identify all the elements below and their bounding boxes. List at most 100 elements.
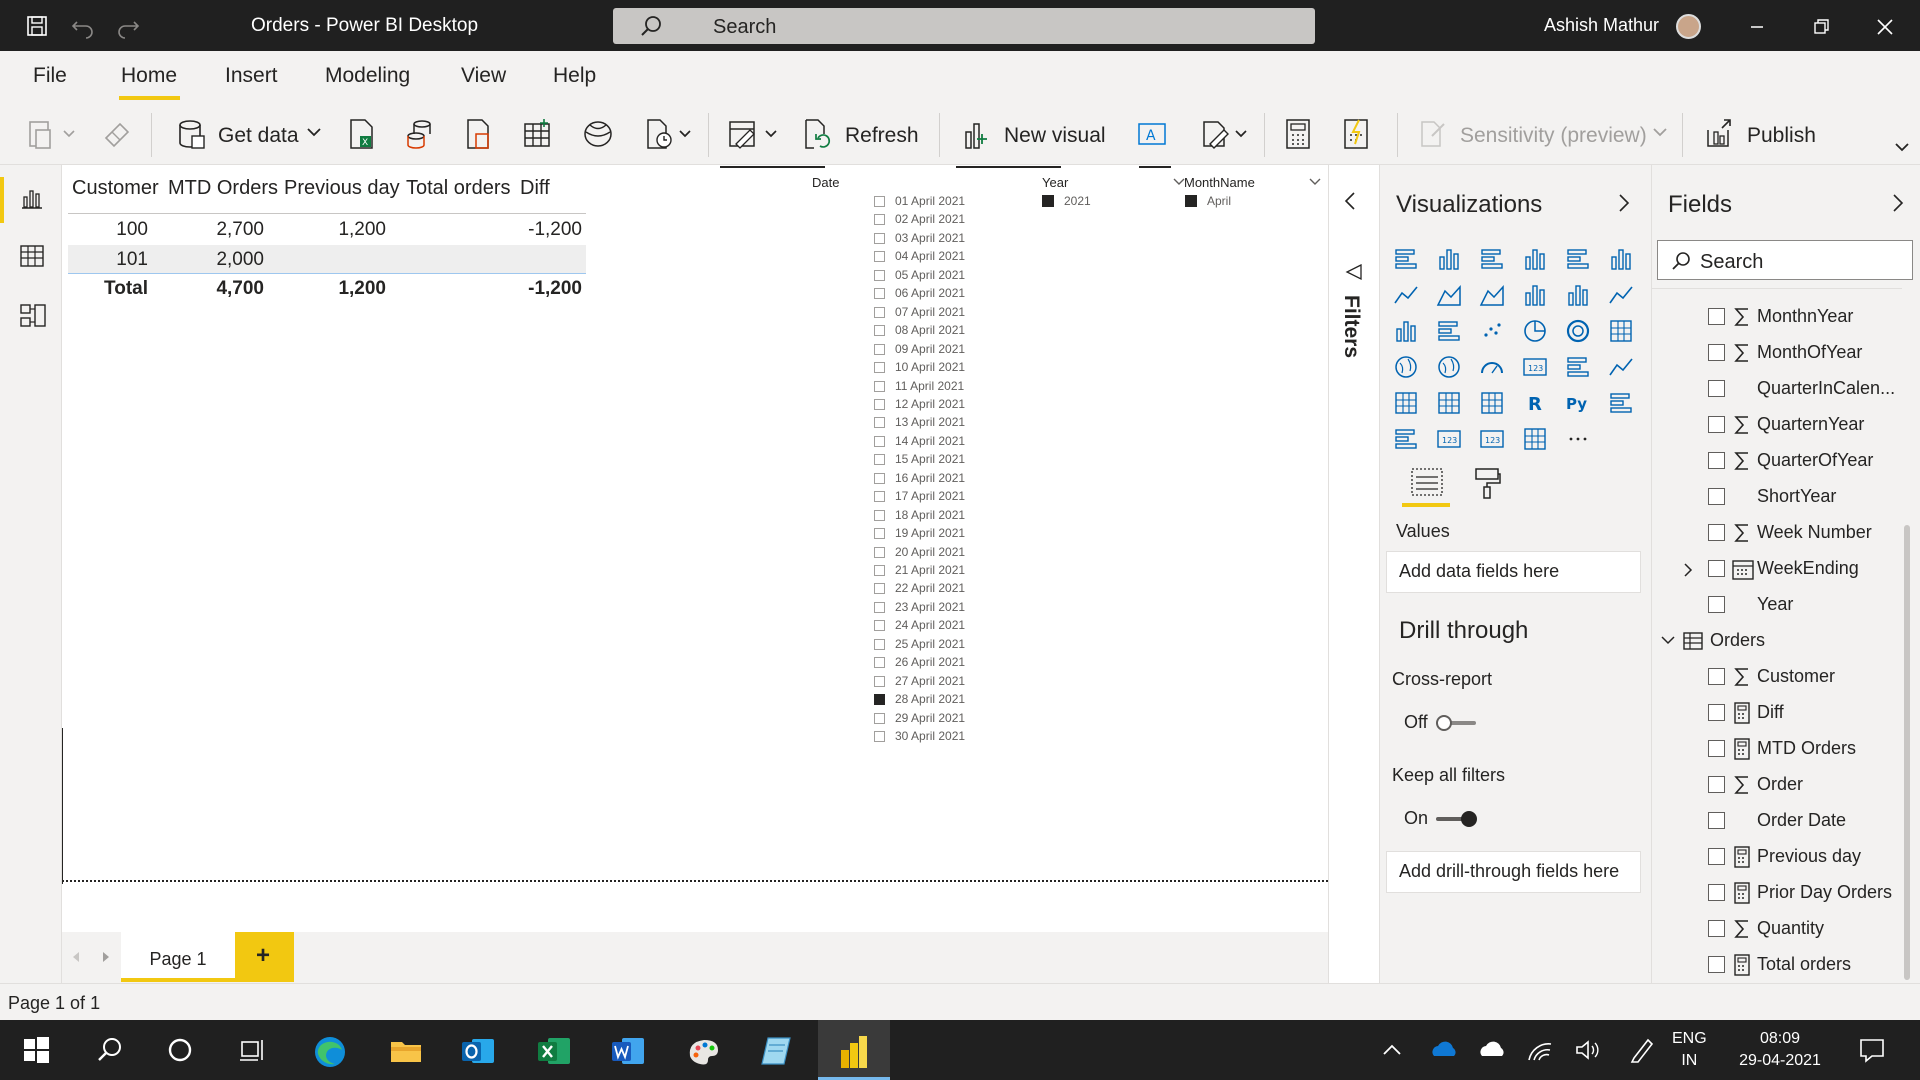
line-and-clustered-column-icon[interactable] [1564, 281, 1592, 309]
format-painter-icon[interactable] [102, 118, 132, 150]
slicer-icon[interactable] [1392, 389, 1420, 417]
volume-icon[interactable] [1572, 1034, 1604, 1066]
decomposition-tree-icon[interactable] [1392, 425, 1420, 453]
field-checkbox[interactable] [1708, 740, 1725, 757]
field-item[interactable]: MTD Orders [1652, 733, 1902, 765]
kpi-icon[interactable] [1607, 353, 1635, 381]
menu-view[interactable]: View [461, 64, 506, 88]
report-view-icon[interactable] [19, 185, 45, 211]
date-checkbox[interactable] [874, 288, 885, 300]
keep-filters-toggle-knob[interactable] [1461, 811, 1477, 827]
map-icon[interactable] [1392, 353, 1420, 381]
date-checkbox[interactable] [874, 380, 885, 392]
avatar[interactable] [1676, 14, 1701, 39]
field-checkbox[interactable] [1708, 596, 1725, 613]
field-item[interactable]: MonthnYear [1652, 301, 1902, 333]
line-chart-icon[interactable] [1392, 281, 1420, 309]
field-item[interactable]: Quantity [1652, 913, 1902, 945]
qa-icon[interactable]: 123 [1435, 425, 1463, 453]
excel-icon[interactable] [536, 1034, 570, 1066]
refresh-icon[interactable] [802, 118, 832, 150]
column-header-previous-day[interactable]: Previous day [284, 177, 400, 200]
date-checkbox[interactable] [874, 675, 885, 687]
outlook-icon[interactable] [460, 1034, 494, 1066]
tab-page-1[interactable]: Page 1 [121, 932, 235, 982]
column-header-mtd-orders[interactable]: MTD Orders [168, 177, 278, 200]
quick-measure-icon[interactable] [1341, 118, 1371, 150]
field-item[interactable]: QuarterOfYear [1652, 445, 1902, 477]
scroll-left-icon[interactable] [70, 950, 82, 964]
notifications-icon[interactable] [1856, 1034, 1888, 1066]
language-indicator[interactable]: ENG IN [1672, 1028, 1707, 1072]
paste-icon[interactable] [28, 118, 78, 150]
report-canvas[interactable]: Customer MTD Orders Previous day Total o… [62, 165, 1328, 932]
notepad-icon[interactable] [760, 1034, 792, 1066]
data-view-icon[interactable] [19, 243, 45, 269]
collapse-ribbon-icon[interactable] [1894, 141, 1910, 155]
date-checkbox[interactable] [874, 528, 885, 540]
field-item[interactable]: Prior Day Orders [1652, 877, 1902, 909]
user-name[interactable]: Ashish Mathur [1544, 15, 1659, 36]
chevron-down-icon[interactable] [306, 123, 322, 143]
scatter-chart-icon[interactable] [1478, 317, 1506, 345]
field-item[interactable]: QuarterInCalen... [1652, 373, 1902, 405]
publish-icon[interactable] [1704, 118, 1734, 150]
table-icon[interactable] [1435, 389, 1463, 417]
field-checkbox[interactable] [1708, 524, 1725, 541]
filters-label[interactable]: Filters [1339, 295, 1363, 358]
ribbon-chart-icon[interactable] [1607, 281, 1635, 309]
date-checkbox[interactable] [874, 398, 885, 410]
dataset-icon[interactable] [404, 118, 434, 150]
date-checkbox[interactable] [874, 472, 885, 484]
field-item[interactable]: Diff [1652, 697, 1902, 729]
clock[interactable]: 08:09 29-04-2021 [1735, 1028, 1825, 1072]
field-item[interactable]: Order [1652, 769, 1902, 801]
100-stacked-bar-chart-icon[interactable] [1564, 245, 1592, 273]
date-checkbox[interactable] [874, 712, 885, 724]
onedrive-personal-icon[interactable] [1476, 1034, 1508, 1066]
field-checkbox[interactable] [1708, 380, 1725, 397]
date-checkbox[interactable] [874, 417, 885, 429]
paint-icon[interactable] [686, 1034, 718, 1066]
field-item[interactable]: QuarternYear [1652, 409, 1902, 441]
power-apps-icon[interactable] [1521, 425, 1549, 453]
redo-icon[interactable] [115, 13, 141, 39]
multi-row-card-icon[interactable] [1564, 353, 1592, 381]
date-checkbox[interactable] [874, 657, 885, 669]
text-box-icon[interactable]: A [1136, 118, 1168, 150]
close-icon[interactable] [1870, 12, 1900, 42]
undo-icon[interactable] [70, 13, 96, 39]
date-checkbox[interactable] [874, 214, 885, 226]
date-checkbox[interactable] [874, 343, 885, 355]
new-visual-icon[interactable] [960, 118, 990, 150]
drill-through-dropzone[interactable]: Add drill-through fields here [1386, 851, 1641, 893]
format-tab-icon[interactable] [1472, 467, 1502, 499]
date-checkbox[interactable] [874, 454, 885, 466]
new-visual-button[interactable]: New visual [1004, 124, 1106, 148]
field-checkbox[interactable] [1708, 344, 1725, 361]
clustered-column-chart-icon[interactable] [1521, 245, 1549, 273]
model-view-icon[interactable] [19, 301, 47, 329]
more-visuals-icon[interactable] [1564, 425, 1592, 453]
wifi-icon[interactable] [1524, 1034, 1556, 1066]
stacked-area-chart-icon[interactable] [1478, 281, 1506, 309]
table-row[interactable]: 101 2,000 [68, 245, 586, 273]
date-checkbox[interactable] [874, 269, 885, 281]
file-explorer-icon[interactable] [388, 1034, 421, 1066]
date-checkbox[interactable] [874, 232, 885, 244]
windows-start-icon[interactable] [20, 1034, 52, 1066]
power-bi-icon[interactable] [836, 1034, 868, 1068]
date-checkbox[interactable] [874, 362, 885, 374]
field-checkbox[interactable] [1708, 560, 1725, 577]
new-measure-icon[interactable] [1283, 118, 1313, 150]
search-box[interactable]: Search [613, 8, 1315, 44]
field-table-orders[interactable]: Orders [1652, 625, 1902, 657]
pen-icon[interactable] [1626, 1034, 1658, 1066]
chevron-right-icon[interactable] [1616, 193, 1632, 213]
field-item[interactable]: Customer [1652, 661, 1902, 693]
get-data-button[interactable]: Get data [218, 124, 299, 148]
field-checkbox[interactable] [1708, 668, 1725, 685]
field-checkbox[interactable] [1708, 956, 1725, 973]
show-hidden-icons-icon[interactable] [1380, 1034, 1412, 1066]
cross-report-toggle-knob[interactable] [1436, 715, 1452, 731]
